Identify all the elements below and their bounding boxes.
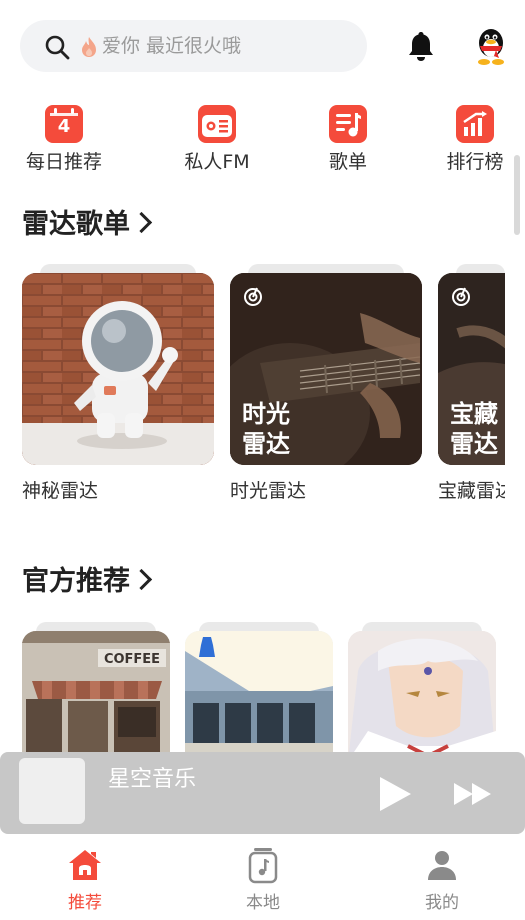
tab-local[interactable]: 本地 <box>223 846 303 914</box>
bell-icon[interactable] <box>404 29 438 63</box>
overlay-line: 雷达 <box>242 430 290 458</box>
quick-playlist[interactable]: 歌单 <box>320 105 376 174</box>
radar-card-treasure[interactable]: 宝藏 雷达 <box>438 273 505 465</box>
official-card-3[interactable] <box>348 631 496 761</box>
chevron-right-icon <box>130 568 153 591</box>
chart-icon <box>456 105 494 143</box>
radar-section-title[interactable]: 雷达歌单 <box>22 208 153 242</box>
radar-title-text: 雷达歌单 <box>22 209 130 240</box>
radar-card-mystery[interactable] <box>22 273 214 465</box>
official-title-text: 官方推荐 <box>22 566 130 597</box>
scrollbar[interactable] <box>514 155 520 235</box>
official-card-2[interactable] <box>185 631 333 761</box>
fire-icon <box>82 37 96 57</box>
home-icon <box>69 850 101 880</box>
playlist-icon <box>329 105 367 143</box>
player-song-title: 星空音乐 <box>108 767 197 792</box>
building-image <box>185 631 333 761</box>
bottom-tab-bar: 推荐 本地 我的 <box>0 834 525 920</box>
radio-icon <box>198 105 236 143</box>
mini-player[interactable]: 星空音乐 <box>0 752 525 834</box>
tab-recommend[interactable]: 推荐 <box>45 846 125 914</box>
tab-mine[interactable]: 我的 <box>402 846 482 914</box>
quick-daily[interactable]: 4 每日推荐 <box>20 105 108 174</box>
overlay-line: 时光 <box>242 400 290 428</box>
chevron-right-icon <box>130 211 153 234</box>
quick-charts[interactable]: 排行榜 <box>440 105 510 174</box>
tab-label: 本地 <box>246 893 280 913</box>
radar-badge-icon <box>244 287 262 306</box>
tab-label: 推荐 <box>68 893 102 913</box>
radar-card-label: 神秘雷达 <box>22 480 99 502</box>
anime-character-image <box>348 631 496 761</box>
search-bar[interactable]: 爱你 最近很火哦 <box>20 20 367 72</box>
quick-label: 歌单 <box>328 151 367 173</box>
quick-label: 排行榜 <box>446 151 504 173</box>
fast-forward-icon[interactable] <box>452 780 494 808</box>
radar-card-treasure-clip: 宝藏 雷达 宝藏雷达 <box>438 273 505 513</box>
coffee-shop-image: COFFEE <box>22 631 170 761</box>
astronaut-image <box>22 273 214 465</box>
music-file-icon <box>248 848 278 884</box>
official-card-1[interactable]: COFFEE <box>22 631 170 761</box>
play-icon[interactable] <box>376 774 414 814</box>
overlay-line: 雷达 <box>450 430 498 458</box>
card-overlay-title: 宝藏 雷达 <box>450 399 498 459</box>
quick-label: 私人FM <box>184 151 250 173</box>
quick-fm[interactable]: 私人FM <box>175 105 259 174</box>
quick-label: 每日推荐 <box>25 151 102 173</box>
calendar-icon: 4 <box>45 105 83 143</box>
search-icon <box>45 35 70 60</box>
radar-card-time[interactable]: 时光 雷达 <box>230 273 422 465</box>
radar-card-label: 时光雷达 <box>230 480 307 502</box>
album-cover[interactable] <box>19 758 85 824</box>
user-icon <box>428 851 456 880</box>
coffee-sign-text: COFFEE <box>104 652 160 667</box>
official-section-title[interactable]: 官方推荐 <box>22 565 153 599</box>
calendar-date: 4 <box>57 116 71 137</box>
card-overlay-title: 时光 雷达 <box>242 399 290 459</box>
radar-badge-icon <box>452 287 470 306</box>
search-placeholder: 爱你 最近很火哦 <box>102 35 242 57</box>
quick-entries: 4 每日推荐 私人FM 歌单 排行榜 <box>0 105 525 185</box>
radar-card-label: 宝藏雷达 <box>438 480 505 502</box>
overlay-line: 宝藏 <box>450 400 498 428</box>
qq-avatar-icon[interactable] <box>472 26 510 66</box>
tab-label: 我的 <box>425 893 459 913</box>
